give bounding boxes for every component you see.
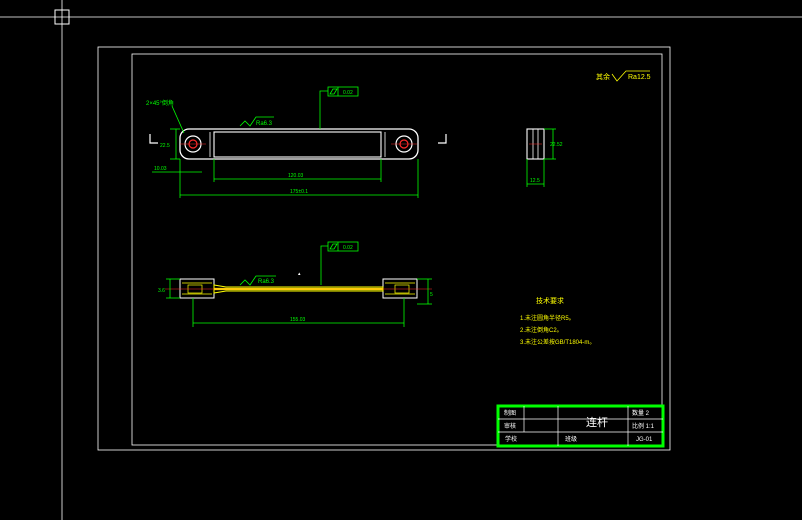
notes-item: 2.未注倒角C2。 bbox=[520, 326, 563, 334]
svg-text:0.02: 0.02 bbox=[343, 245, 353, 251]
outer-frame bbox=[97, 46, 671, 451]
cad-drawing-canvas[interactable]: 其余 Ra12.5 2×45°倒角 0.02 Ra6.3 22.5 10.03 … bbox=[0, 0, 802, 520]
notes-item: 1.未注圆角半径R5。 bbox=[520, 314, 575, 322]
inner-frame bbox=[131, 53, 663, 446]
svg-text:▴: ▴ bbox=[298, 271, 301, 277]
svg-text:Ra6.3: Ra6.3 bbox=[258, 279, 275, 285]
svg-text:2×45°倒角: 2×45°倒角 bbox=[146, 99, 174, 107]
svg-text:10.03: 10.03 bbox=[154, 166, 167, 172]
technical-notes: 技术要求 1.未注圆角半径R5。 2.未注倒角C2。 3.未注公差按GB/T18… bbox=[520, 296, 595, 346]
svg-text:3.6: 3.6 bbox=[158, 288, 165, 294]
svg-text:制图: 制图 bbox=[504, 409, 516, 417]
svg-text:155.03: 155.03 bbox=[290, 317, 306, 323]
svg-text:175±0.1: 175±0.1 bbox=[290, 189, 308, 195]
svg-text:JG-01: JG-01 bbox=[636, 437, 653, 443]
top-view: 2×45°倒角 0.02 Ra6.3 22.5 10.03 120.03 175… bbox=[146, 86, 447, 198]
svg-text:数量 2: 数量 2 bbox=[632, 409, 650, 417]
svg-text:其余: 其余 bbox=[596, 72, 610, 81]
crosshair-cursor bbox=[0, 0, 802, 520]
svg-text:22.52: 22.52 bbox=[550, 142, 563, 148]
part-name: 连杆 bbox=[586, 415, 608, 429]
side-view: 22.52 12.5 bbox=[526, 128, 563, 187]
notes-item: 3.未注公差按GB/T1804-m。 bbox=[520, 338, 595, 346]
general-roughness-note: 其余 Ra12.5 bbox=[596, 70, 651, 82]
svg-text:Ra6.3: Ra6.3 bbox=[256, 121, 273, 127]
svg-text:班级: 班级 bbox=[565, 435, 577, 443]
svg-text:Ra12.5: Ra12.5 bbox=[628, 74, 651, 81]
svg-text:12.5: 12.5 bbox=[530, 178, 540, 184]
title-block: 制图 审核 学校 班级 连杆 数量 2 比例 1:1 JG-01 bbox=[496, 404, 665, 448]
svg-text:审核: 审核 bbox=[504, 422, 516, 430]
svg-text:22.5: 22.5 bbox=[160, 143, 170, 149]
svg-text:5: 5 bbox=[430, 292, 433, 298]
svg-text:0.02: 0.02 bbox=[343, 90, 353, 96]
svg-text:学校: 学校 bbox=[505, 435, 517, 443]
svg-text:比例 1:1: 比例 1:1 bbox=[632, 422, 655, 430]
svg-text:120.03: 120.03 bbox=[288, 173, 304, 179]
notes-title: 技术要求 bbox=[536, 296, 564, 305]
front-view: 0.02 Ra6.3 ▴ 3.6 5 155.03 bbox=[158, 241, 433, 327]
